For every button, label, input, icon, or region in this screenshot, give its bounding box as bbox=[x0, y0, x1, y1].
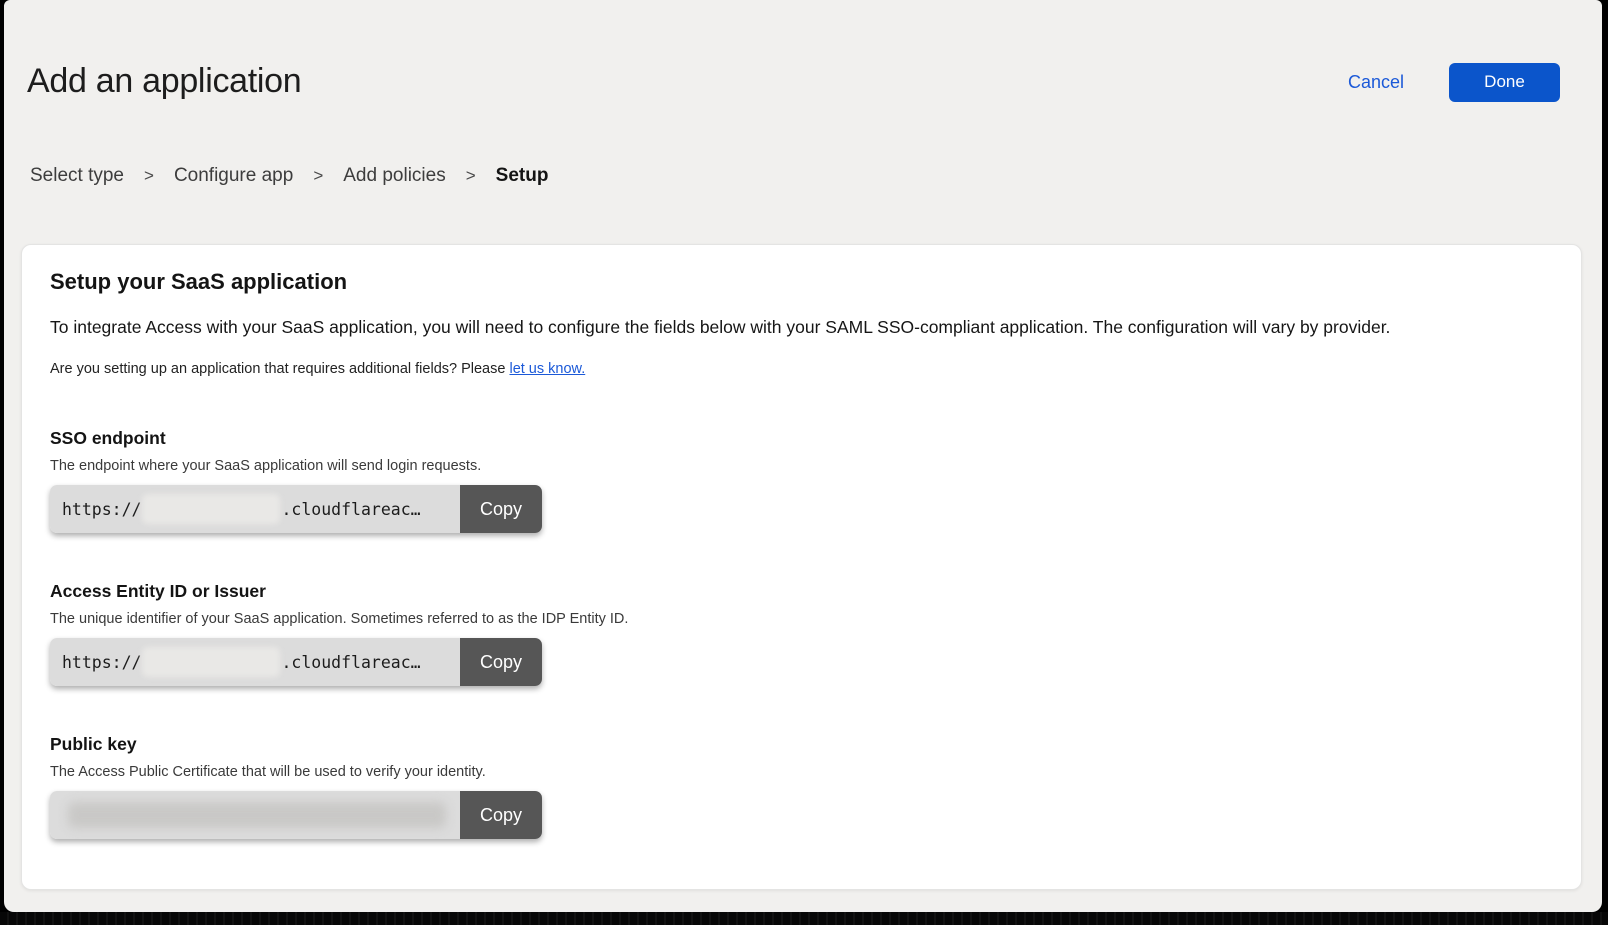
done-button[interactable]: Done bbox=[1449, 63, 1560, 102]
value-public-key bbox=[50, 791, 460, 839]
breadcrumb-step-configure-app[interactable]: Configure app bbox=[174, 165, 293, 187]
field-label-sso-endpoint: SSO endpoint bbox=[50, 428, 542, 449]
field-label-public-key: Public key bbox=[50, 734, 542, 755]
value-box-sso-endpoint: https:// .cloudflareac… Copy bbox=[50, 485, 542, 533]
redacted-value bbox=[68, 802, 446, 828]
value-entity-id: https:// .cloudflareac… bbox=[50, 638, 460, 686]
field-desc-sso-endpoint: The endpoint where your SaaS application… bbox=[50, 458, 542, 474]
header-actions: Cancel Done bbox=[1348, 62, 1560, 102]
card-intro-text: To integrate Access with your SaaS appli… bbox=[50, 317, 1540, 339]
value-box-public-key: Copy bbox=[50, 791, 542, 839]
redacted-value bbox=[142, 647, 280, 677]
value-box-entity-id: https:// .cloudflareac… Copy bbox=[50, 638, 542, 686]
let-us-know-link[interactable]: let us know. bbox=[509, 361, 585, 377]
breadcrumb-separator: > bbox=[313, 166, 323, 186]
field-group-entity-id: Access Entity ID or Issuer The unique id… bbox=[50, 581, 628, 686]
field-group-sso-endpoint: SSO endpoint The endpoint where your Saa… bbox=[50, 428, 542, 533]
copy-button-public-key[interactable]: Copy bbox=[460, 791, 542, 839]
redacted-bottom-strip bbox=[0, 912, 1608, 925]
setup-card: Setup your SaaS application To integrate… bbox=[21, 244, 1582, 890]
copy-button-entity-id[interactable]: Copy bbox=[460, 638, 542, 686]
field-desc-public-key: The Access Public Certificate that will … bbox=[50, 764, 542, 780]
card-heading: Setup your SaaS application bbox=[50, 269, 347, 295]
field-label-entity-id: Access Entity ID or Issuer bbox=[50, 581, 628, 602]
copy-button-sso-endpoint[interactable]: Copy bbox=[460, 485, 542, 533]
card-note: Are you setting up an application that r… bbox=[50, 361, 585, 377]
value-prefix: https:// bbox=[62, 653, 141, 672]
breadcrumb: Select type > Configure app > Add polici… bbox=[30, 165, 548, 187]
card-note-text: Are you setting up an application that r… bbox=[50, 361, 509, 377]
value-suffix: .cloudflareac… bbox=[281, 653, 420, 672]
breadcrumb-step-setup-current: Setup bbox=[496, 165, 549, 187]
breadcrumb-step-add-policies[interactable]: Add policies bbox=[343, 165, 445, 187]
page-title: Add an application bbox=[27, 62, 301, 101]
breadcrumb-separator: > bbox=[466, 166, 476, 186]
field-group-public-key: Public key The Access Public Certificate… bbox=[50, 734, 542, 839]
cancel-button[interactable]: Cancel bbox=[1348, 72, 1404, 93]
breadcrumb-separator: > bbox=[144, 166, 154, 186]
app-window: Add an application Cancel Done Select ty… bbox=[4, 0, 1602, 912]
redacted-value bbox=[142, 494, 280, 524]
value-sso-endpoint: https:// .cloudflareac… bbox=[50, 485, 460, 533]
value-prefix: https:// bbox=[62, 500, 141, 519]
breadcrumb-step-select-type[interactable]: Select type bbox=[30, 165, 124, 187]
field-desc-entity-id: The unique identifier of your SaaS appli… bbox=[50, 611, 628, 627]
value-suffix: .cloudflareac… bbox=[281, 500, 420, 519]
